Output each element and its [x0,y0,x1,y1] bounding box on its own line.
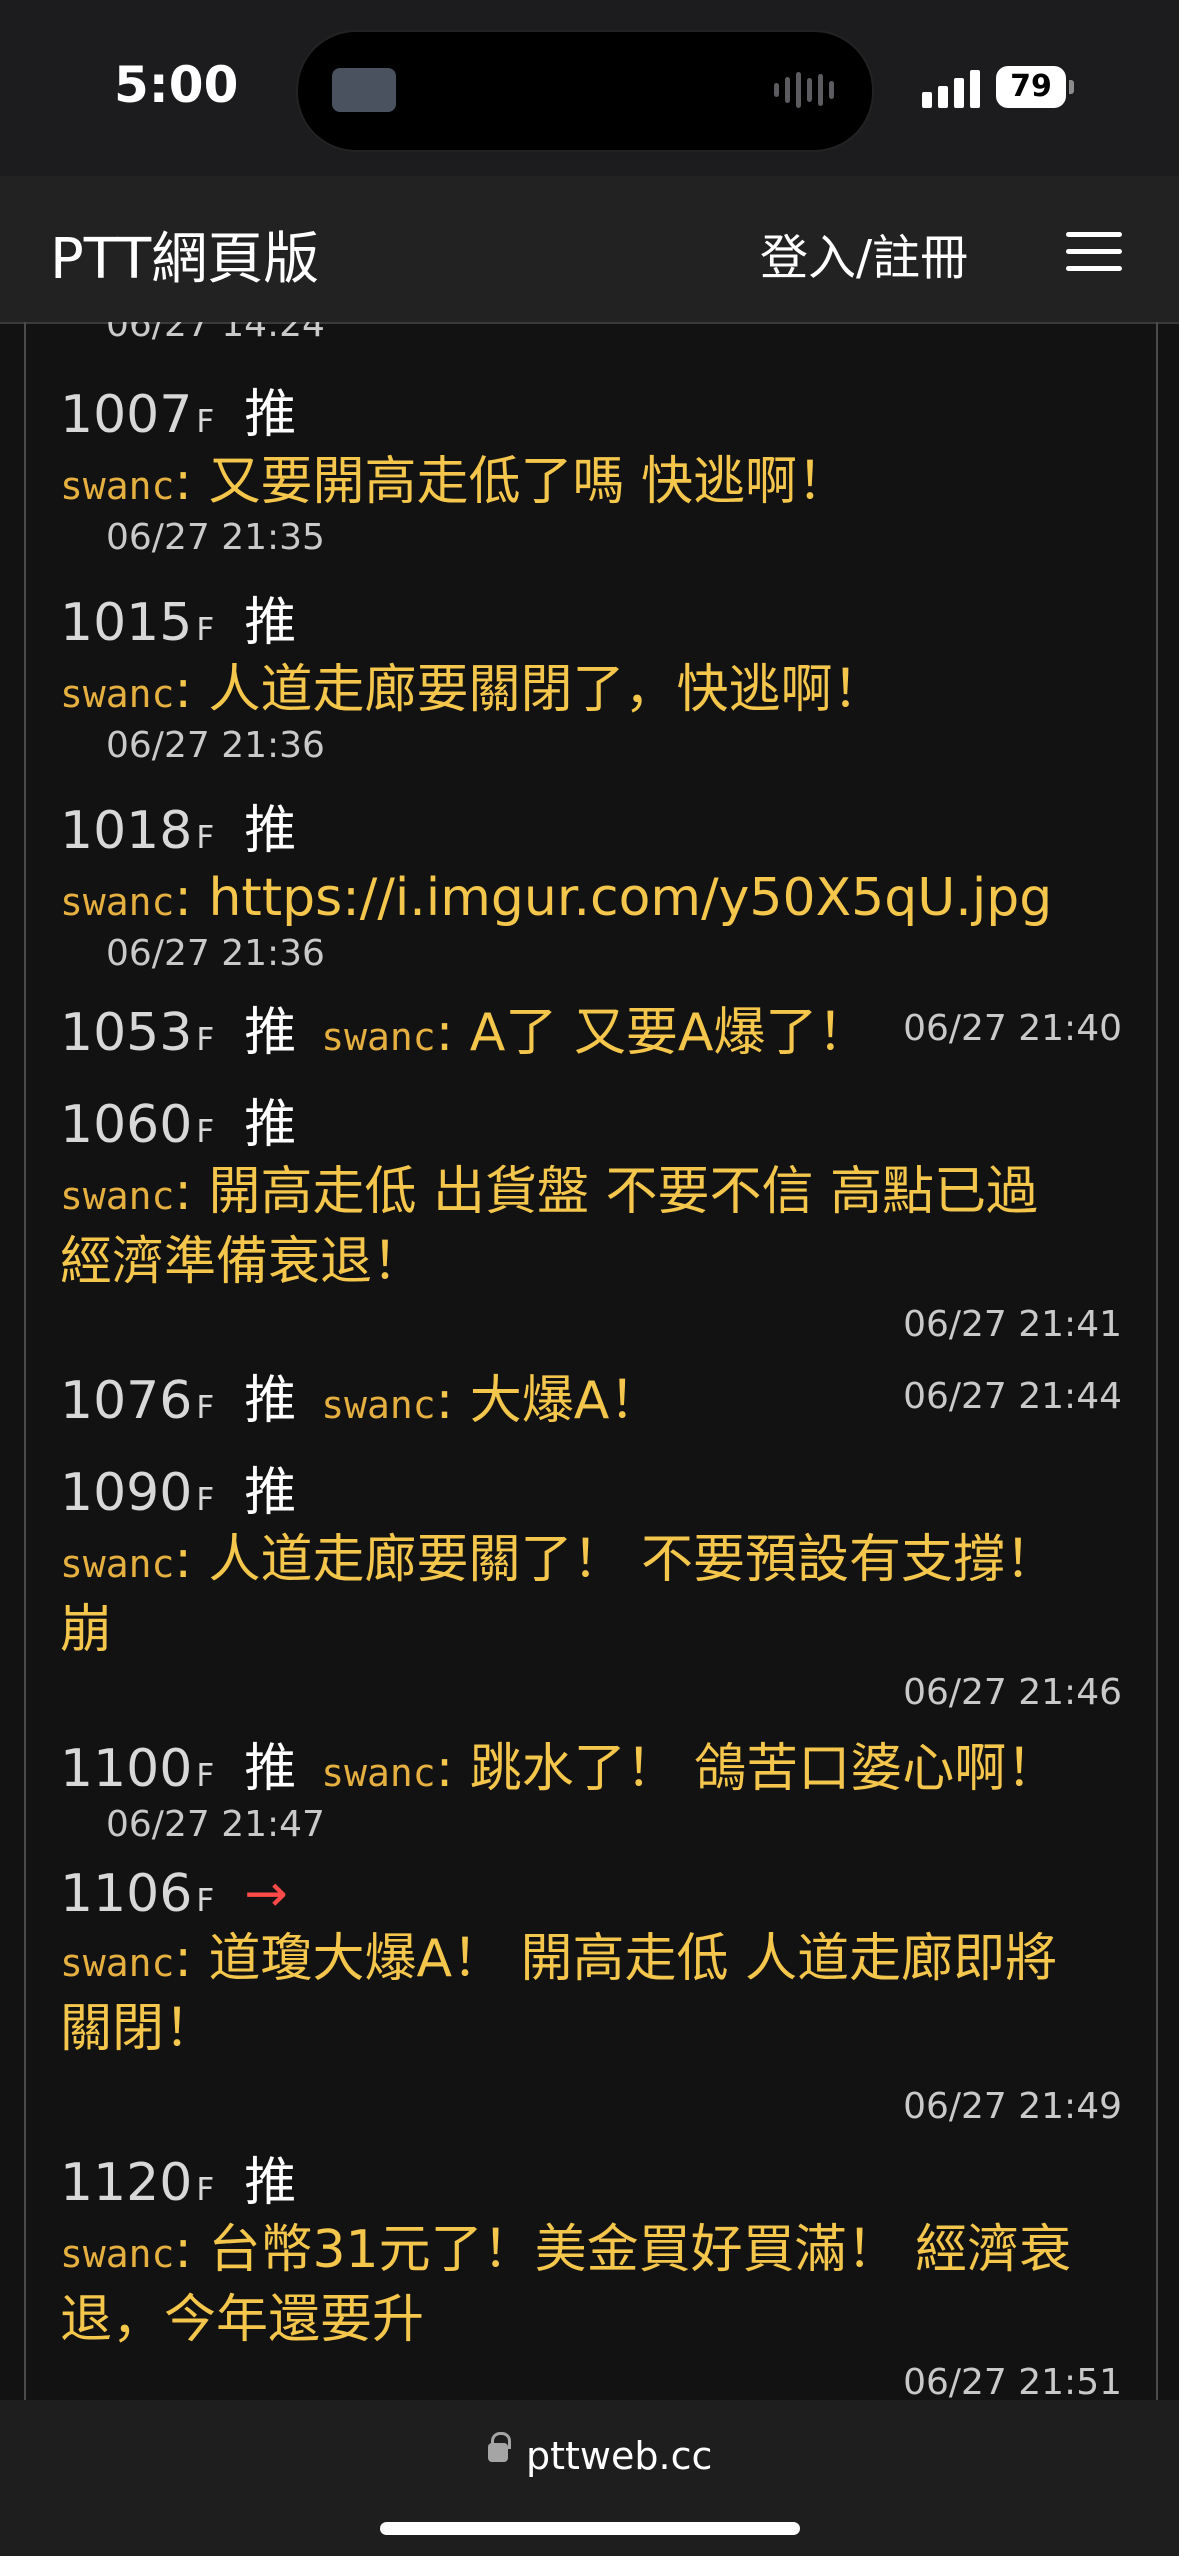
push-item: 1007 F 推 swanc: 又要開高走低了嗎 快逃啊！ 06/27 21:35 [60,372,1122,558]
site-title[interactable]: PTT網頁版 [50,214,319,295]
push-message: : 又要開高走低了嗎 快逃啊！ [174,452,849,512]
push-item: 1106 F → swanc: 道瓊大爆A！ 開高走低 人道走廊即將 關閉！ 06/… [60,1864,1122,2127]
push-tag: 推 [244,2153,297,2213]
floor-suffix: F [196,2172,215,2208]
cutoff-timestamp: 06/27 14:24 [106,322,325,345]
floor-number: 1018 [60,801,193,861]
push-time: 06/27 21:35 [106,517,325,558]
push-message: : 台幣31元了！美金買好買滿！ 經濟衰 [174,2220,1072,2280]
user-id[interactable]: swanc [60,464,174,508]
floor-suffix: F [196,1758,215,1794]
floor-suffix: F [196,612,215,648]
floor-number: 1053 [60,1003,193,1063]
push-item: 1120 F 推 swanc: 台幣31元了！美金買好買滿！ 經濟衰 退，今年還要升… [60,2140,1122,2400]
push-item: 1060 F 推 swanc: 開高走低 出貨盤 不要不信 高點已過 經濟準備衰退！… [60,1082,1122,1345]
push-time: 06/27 21:51 [903,2362,1122,2400]
user-id[interactable]: swanc [321,1015,435,1059]
status-bar: 5:00 79 [0,0,1179,176]
push-item: 1015 F 推 swanc: 人道走廊要關閉了，快逃啊！ 06/27 21:36 [60,580,1122,766]
push-time: 06/27 21:49 [903,2086,1122,2127]
user-id[interactable]: swanc [60,1542,174,1586]
floor-number: 1120 [60,2153,193,2213]
battery-icon: 79 [996,66,1074,108]
push-time: 06/27 21:40 [903,1008,1122,1049]
floor-suffix: F [196,1482,215,1518]
site-url[interactable]: pttweb.cc [526,2434,712,2478]
floor-number: 1015 [60,593,193,653]
push-message-cont: 經濟準備衰退！ [60,1232,425,1292]
push-item: 1090 F 推 swanc: 人道走廊要關了！ 不要預設有支撐！ 崩 06/27 … [60,1450,1122,1713]
user-id[interactable]: swanc [60,2232,174,2276]
user-id[interactable]: swanc [60,1941,174,1985]
push-message: : 人道走廊要關了！ 不要預設有支撐！ [174,1530,1057,1590]
push-tag: 推 [244,1003,297,1063]
floor-number: 1100 [60,1739,193,1799]
push-item: 1076 F 推 swanc: 大爆A！ 06/27 21:44 [60,1358,1122,1436]
floor-number: 1076 [60,1371,193,1431]
login-register-link[interactable]: 登入/註冊 [760,218,968,288]
push-message: : 開高走低 出貨盤 不要不信 高點已過 [174,1162,1039,1222]
push-link[interactable]: : https://i.imgur.com/y50X5qU.jpg [174,868,1052,928]
cellular-signal-icon [922,70,980,108]
floor-suffix: F [196,820,215,856]
push-item: 1018 F 推 swanc: https://i.imgur.com/y50X5q… [60,788,1122,974]
floor-number: 1060 [60,1095,193,1155]
push-tag: 推 [244,1371,297,1431]
floor-suffix: F [196,404,215,440]
floor-number: 1007 [60,385,193,445]
lock-icon [488,2432,511,2462]
push-message: : 跳水了！ 鴿苦口婆心啊！ [435,1739,1059,1799]
push-message-cont: 退，今年還要升 [60,2290,425,2350]
push-tag: 推 [244,1095,297,1155]
comment-list[interactable]: 06/27 14:24 1007 F 推 swanc: 又要開高走低了嗎 快逃啊！ … [24,322,1158,2400]
push-time: 06/27 21:36 [106,933,325,974]
push-item: 1053 F 推 swanc: A了 又要A爆了！ 06/27 21:40 [60,990,1122,1068]
push-tag: 推 [244,593,297,653]
user-id[interactable]: swanc [60,880,174,924]
media-thumbnail[interactable] [332,68,396,112]
floor-suffix: F [196,1390,215,1426]
site-header: PTT網頁版 登入/註冊 [0,176,1179,324]
home-indicator[interactable] [380,2522,800,2535]
browser-address-bar[interactable]: pttweb.cc [0,2400,1179,2556]
user-id[interactable]: swanc [321,1383,435,1427]
push-item: 1100 F 推 swanc: 跳水了！ 鴿苦口婆心啊！ 06/27 21:47 [60,1726,1122,1845]
user-id[interactable]: swanc [60,1174,174,1218]
push-tag: 推 [244,801,297,861]
floor-suffix: F [196,1114,215,1150]
push-time: 06/27 21:46 [903,1672,1122,1713]
push-message: : 道瓊大爆A！ 開高走低 人道走廊即將 [174,1929,1058,1989]
audio-wave-icon [774,70,834,110]
push-message-cont: 崩 [60,1600,113,1660]
push-message-cont: 關閉！ [60,1999,217,2059]
user-id[interactable]: swanc [321,1751,435,1795]
push-time: 06/27 21:44 [903,1376,1122,1417]
push-message: : 人道走廊要關閉了，快逃啊！ [174,660,885,720]
floor-number: 1106 [60,1864,193,1924]
push-tag: 推 [244,385,297,445]
floor-suffix: F [196,1022,215,1058]
floor-suffix: F [196,1883,215,1919]
push-time: 06/27 21:41 [903,1304,1122,1345]
hamburger-menu-icon[interactable] [1066,232,1122,272]
arrow-tag: → [244,1864,288,1924]
push-time: 06/27 21:36 [106,725,325,766]
user-id[interactable]: swanc [60,672,174,716]
push-message: : A了 又要A爆了！ [435,1003,870,1063]
push-time: 06/27 21:47 [106,1804,325,1845]
floor-number: 1090 [60,1463,193,1523]
push-tag: 推 [244,1739,297,1799]
dynamic-island[interactable] [296,30,874,152]
battery-level: 79 [1010,69,1052,104]
push-message: : 大爆A！ [435,1371,662,1431]
push-tag: 推 [244,1463,297,1523]
status-time: 5:00 [114,56,239,114]
